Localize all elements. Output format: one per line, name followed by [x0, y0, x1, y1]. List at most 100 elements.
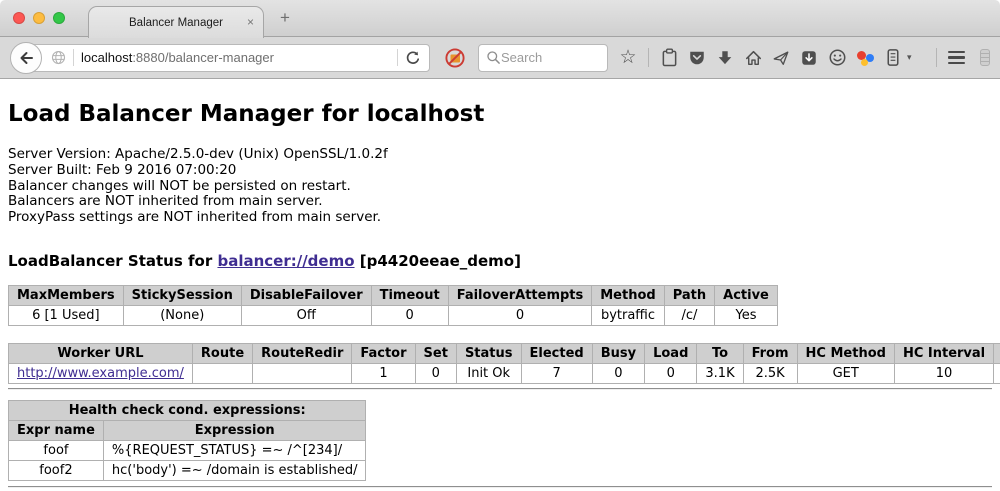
column-header: StickySession — [123, 285, 241, 305]
back-arrow-icon — [18, 50, 34, 66]
column-header: Expression — [103, 420, 366, 440]
reload-icon[interactable] — [405, 50, 421, 66]
status-suffix: [p4420eeae_demo] — [355, 252, 521, 270]
column-header: To — [697, 343, 743, 363]
column-header: MaxMembers — [9, 285, 124, 305]
color-dots-icon[interactable] — [855, 48, 875, 68]
worker-url-link[interactable]: http://www.example.com/ — [17, 366, 184, 381]
bookmark-star-icon[interactable]: ☆ — [618, 48, 638, 68]
table-cell: 10 — [894, 363, 993, 383]
plugin-blocked-icon[interactable] — [444, 47, 466, 69]
table-cell: 2.5K — [743, 363, 797, 383]
url-bar[interactable]: localhost:8880/balancer-manager — [24, 44, 430, 72]
table-cell: foof2 — [9, 460, 104, 480]
home-icon[interactable] — [743, 48, 763, 68]
table-cell: /c/ — [664, 305, 714, 325]
downloads-icon[interactable] — [715, 48, 735, 68]
column-header: HC Method — [797, 343, 894, 363]
close-window-button[interactable] — [13, 12, 25, 24]
column-header: Set — [415, 343, 456, 363]
info-line: Balancer changes will NOT be persisted o… — [8, 179, 992, 195]
search-bar[interactable] — [478, 44, 608, 72]
balancer-table: MaxMembers StickySession DisableFailover… — [8, 285, 778, 326]
column-header: HC Interval — [894, 343, 993, 363]
health-check-table: Health check cond. expressions: Expr nam… — [8, 400, 366, 481]
traffic-lights — [13, 12, 65, 24]
table-cell: http://www.example.com/ — [9, 363, 193, 383]
column-header: Active — [715, 285, 778, 305]
titlebar: Balancer Manager × + — [0, 0, 1000, 37]
table-cell: 1 (0) — [994, 363, 1000, 383]
table-header-row: Expr name Expression — [9, 420, 366, 440]
table-row: http://www.example.com/ 1 0 Init Ok 7 0 … — [9, 363, 1000, 383]
column-header: Route — [192, 343, 252, 363]
info-line: ProxyPass settings are NOT inherited fro… — [8, 210, 992, 226]
send-tab-icon[interactable] — [771, 48, 791, 68]
table-cell: Init Ok — [456, 363, 521, 383]
save-page-icon[interactable] — [799, 48, 819, 68]
table-cell: Yes — [715, 305, 778, 325]
urlbar-separator — [397, 49, 398, 66]
table-cell: GET — [797, 363, 894, 383]
table-cell — [253, 363, 352, 383]
new-tab-button[interactable]: + — [280, 8, 290, 28]
tab-balancer-manager[interactable]: Balancer Manager × — [88, 6, 264, 38]
column-header: FailoverAttempts — [448, 285, 592, 305]
table-header-row: MaxMembers StickySession DisableFailover… — [9, 285, 778, 305]
session-restore-icon — [980, 49, 990, 66]
table-cell: 1 — [352, 363, 415, 383]
toolbar-icons: ☆ — [618, 48, 912, 68]
url-text[interactable]: localhost:8880/balancer-manager — [81, 50, 390, 65]
page-title: Load Balancer Manager for localhost — [8, 101, 992, 127]
table-cell: 0 — [592, 363, 644, 383]
menu-icon[interactable] — [948, 51, 965, 65]
table-cell: 3.1K — [697, 363, 743, 383]
info-line: Server Version: Apache/2.5.0-dev (Unix) … — [8, 147, 992, 163]
column-header: Passes — [994, 343, 1000, 363]
table-cell: Off — [241, 305, 371, 325]
table-cell: foof — [9, 440, 104, 460]
url-domain: localhost — [81, 50, 132, 65]
column-header: From — [743, 343, 797, 363]
server-info: Server Version: Apache/2.5.0-dev (Unix) … — [8, 147, 992, 226]
column-header: Elected — [521, 343, 592, 363]
table-cell: bytraffic — [592, 305, 664, 325]
back-button[interactable] — [10, 42, 42, 74]
feedback-smiley-icon[interactable] — [827, 48, 847, 68]
column-header: RouteRedir — [253, 343, 352, 363]
tab-title: Balancer Manager — [129, 17, 223, 29]
column-header: Timeout — [371, 285, 448, 305]
table-header-row: Health check cond. expressions: — [9, 400, 366, 420]
info-line: Balancers are NOT inherited from main se… — [8, 194, 992, 210]
search-input[interactable] — [501, 50, 600, 65]
table-row: foof2 hc('body') =~ /domain is establish… — [9, 460, 366, 480]
search-icon — [486, 50, 501, 65]
pocket-icon[interactable] — [687, 48, 707, 68]
container-icon[interactable] — [883, 48, 903, 68]
table-cell: 0 — [448, 305, 592, 325]
column-header: Path — [664, 285, 714, 305]
balancer-demo-link[interactable]: balancer://demo — [217, 252, 354, 270]
table-row: foof %{REQUEST_STATUS} =~ /^[234]/ — [9, 440, 366, 460]
health-table-title: Health check cond. expressions: — [9, 400, 366, 420]
toolbar-separator — [936, 48, 937, 67]
table-cell: 7 — [521, 363, 592, 383]
column-header: DisableFailover — [241, 285, 371, 305]
chevron-down-icon[interactable]: ▾ — [907, 52, 912, 63]
globe-icon — [51, 50, 66, 65]
reading-list-icon[interactable] — [659, 48, 679, 68]
minimize-window-button[interactable] — [33, 12, 45, 24]
info-line: Server Built: Feb 9 2016 07:00:20 — [8, 163, 992, 179]
column-header: Worker URL — [9, 343, 193, 363]
table-cell: %{REQUEST_STATUS} =~ /^[234]/ — [103, 440, 366, 460]
column-header: Factor — [352, 343, 415, 363]
status-prefix: LoadBalancer Status for — [8, 252, 217, 270]
table-cell: 0 — [645, 363, 697, 383]
table-header-row: Worker URL Route RouteRedir Factor Set S… — [9, 343, 1000, 363]
tab-close-icon[interactable]: × — [247, 16, 254, 28]
loadbalancer-status-heading: LoadBalancer Status for balancer://demo … — [8, 252, 992, 270]
url-path: :8880/balancer-manager — [132, 50, 274, 65]
zoom-window-button[interactable] — [53, 12, 65, 24]
table-cell: 0 — [415, 363, 456, 383]
column-header: Busy — [592, 343, 644, 363]
